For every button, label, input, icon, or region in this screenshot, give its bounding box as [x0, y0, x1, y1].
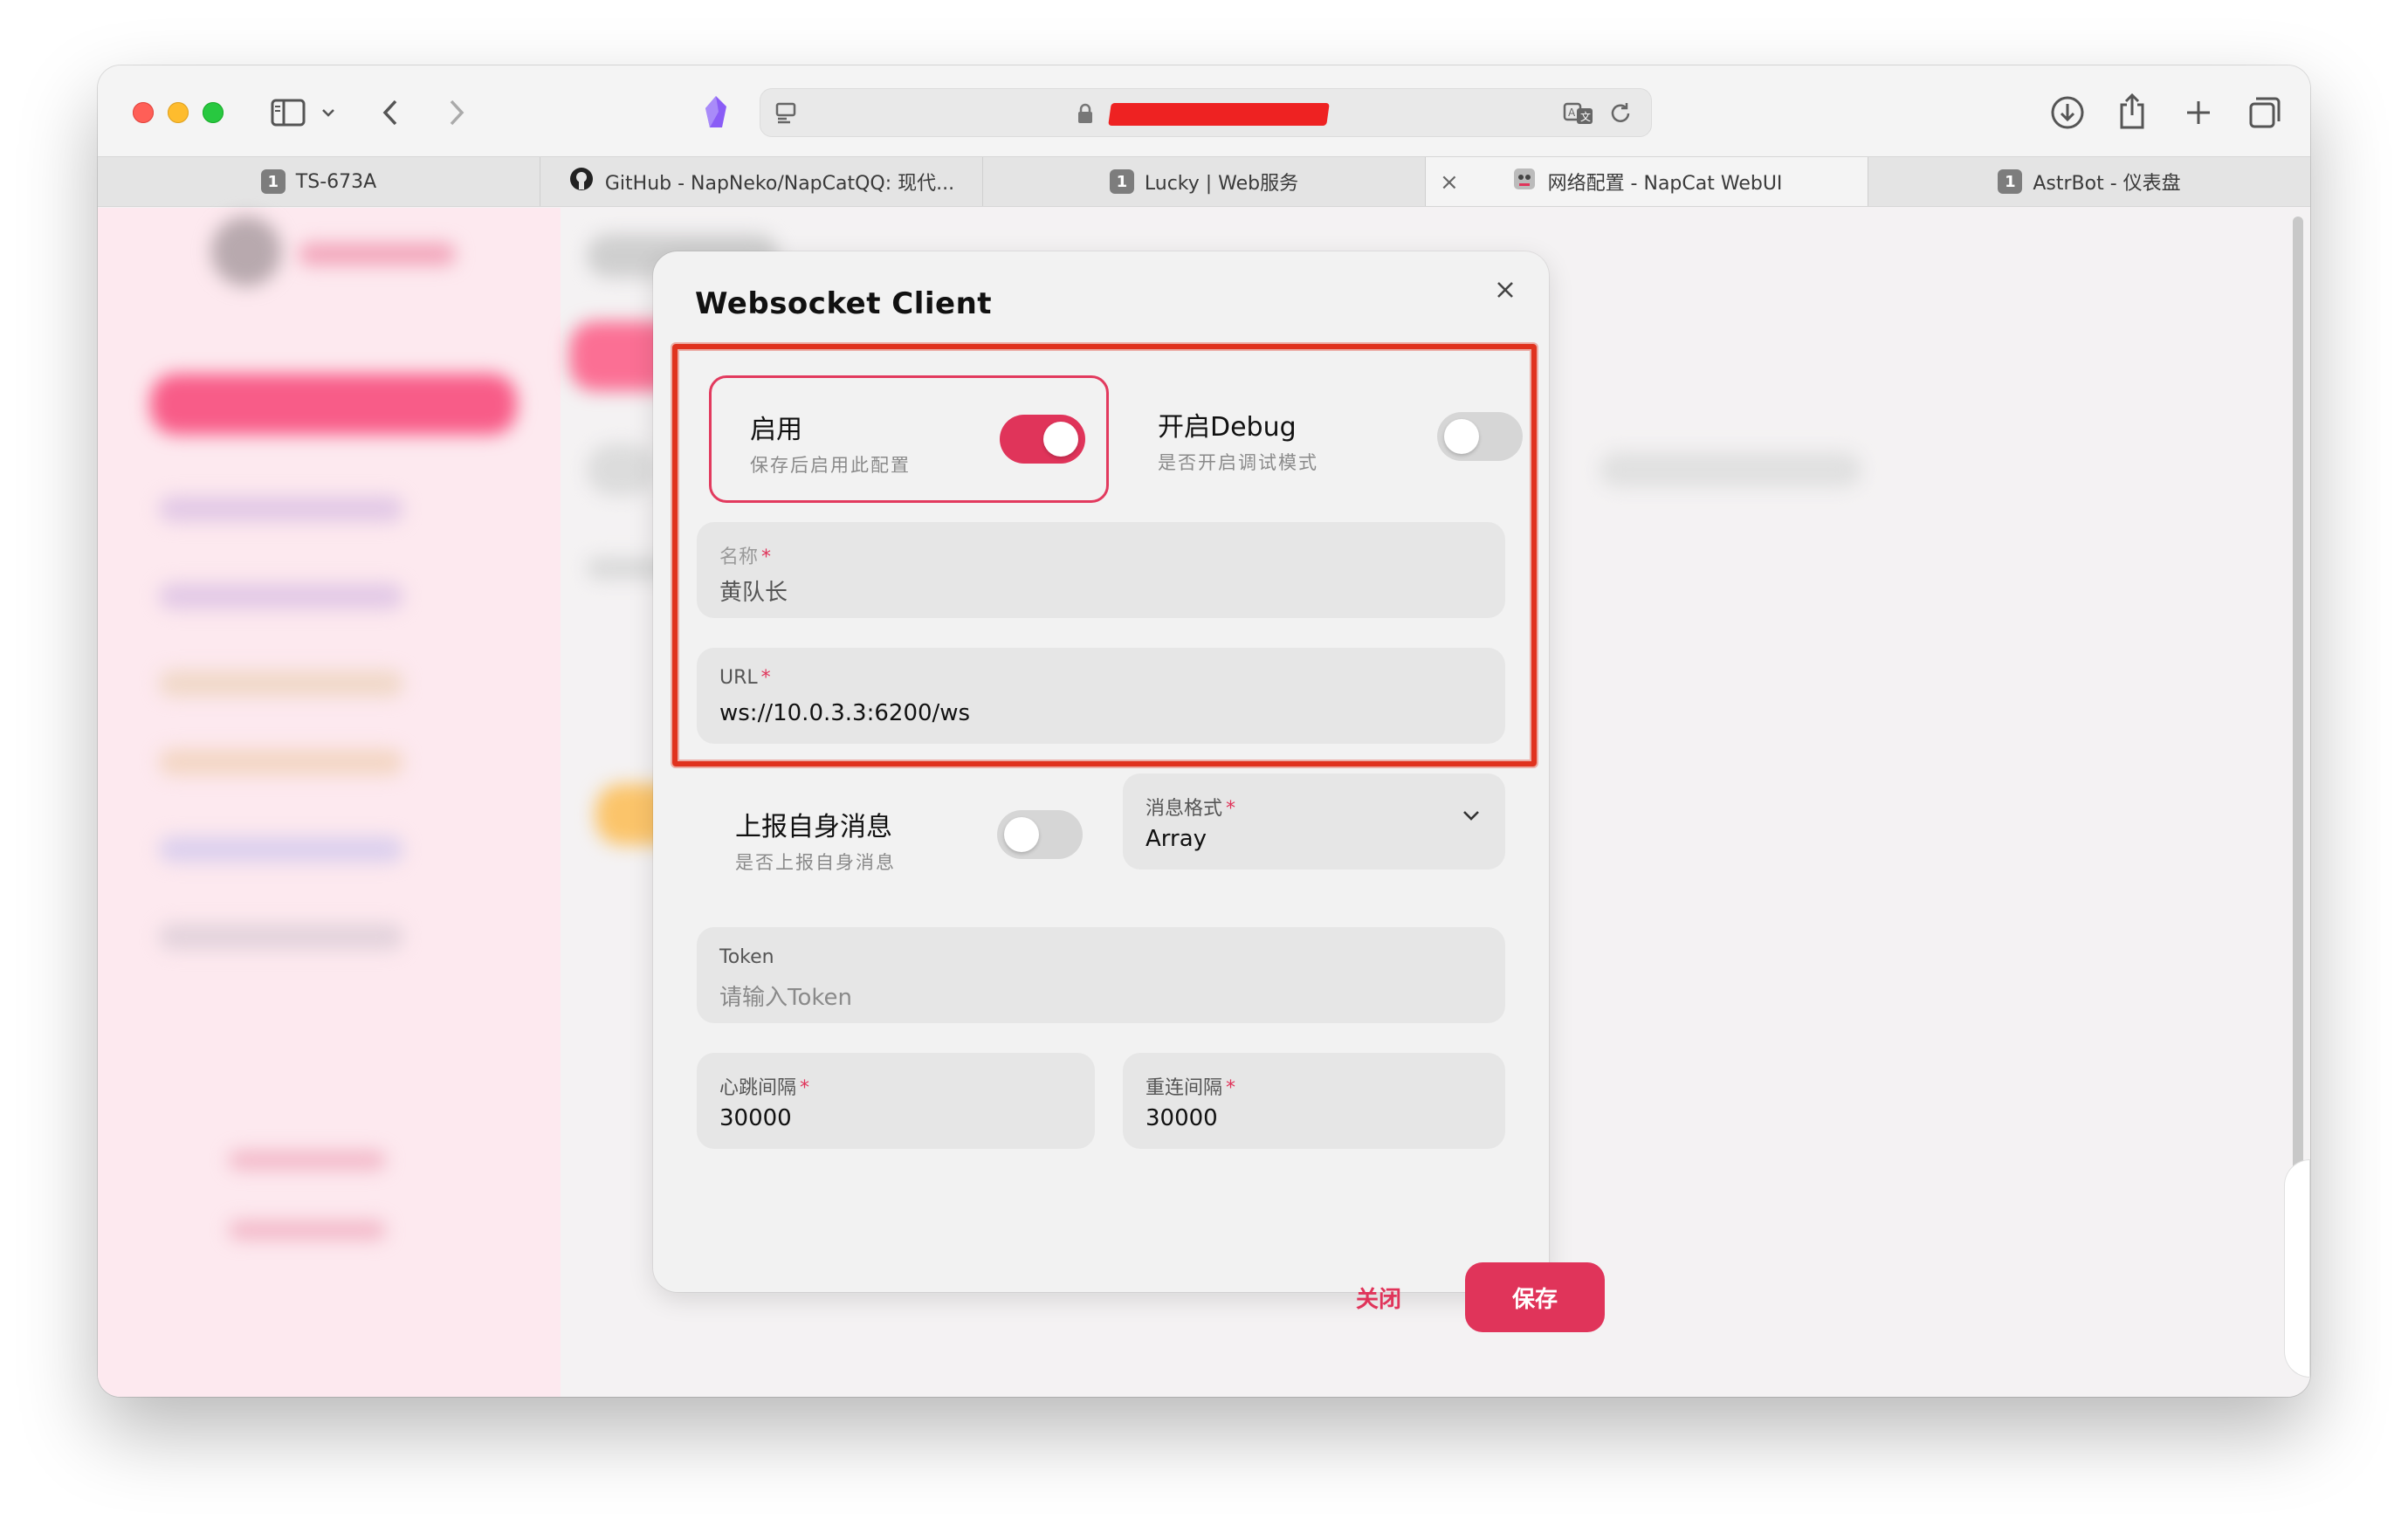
tab-label: GitHub - NapNeko/NapCatQQ: 现代... — [604, 173, 955, 195]
heartbeat-value: 30000 — [719, 1105, 792, 1131]
window-close-button[interactable] — [133, 102, 154, 123]
chevron-down-icon — [1462, 808, 1481, 825]
message-format-select[interactable]: 消息格式 * Array — [1123, 773, 1505, 870]
save-button[interactable]: 保存 — [1465, 1262, 1605, 1332]
tab-bar: 1 TS-673A GitHub - NapNeko/NapCatQQ: 现代.… — [98, 156, 2310, 207]
close-tab-icon[interactable]: × — [1440, 169, 1459, 196]
heartbeat-interval-field[interactable]: 心跳间隔 * 30000 — [697, 1053, 1095, 1149]
websocket-client-dialog: Websocket Client 启用 保存后启用此配置 开启Debug 是否开… — [653, 251, 1549, 1292]
scroll-pill — [2284, 1159, 2310, 1378]
report-self-title: 上报自身消息 — [735, 812, 892, 842]
report-self-desc: 是否上报自身消息 — [735, 852, 896, 873]
reconnect-value: 30000 — [1146, 1105, 1218, 1131]
tab-label: 网络配置 - NapCat WebUI — [1547, 173, 1783, 195]
window-minimize-button[interactable] — [168, 102, 189, 123]
reconnect-label: 重连间隔 * — [1146, 1077, 1236, 1099]
page-scrollbar[interactable] — [2293, 217, 2303, 1203]
github-icon — [568, 166, 595, 197]
reload-icon[interactable] — [1606, 100, 1635, 127]
tab-github[interactable]: GitHub - NapNeko/NapCatQQ: 现代... — [540, 157, 983, 206]
dialog-title: Websocket Client — [695, 286, 993, 321]
tab-badge: 1 — [1109, 169, 1134, 194]
tab-astrbot[interactable]: 1 AstrBot - 仪表盘 — [1868, 157, 2310, 206]
tab-lucky[interactable]: 1 Lucky | Web服务 — [983, 157, 1426, 206]
svg-text:文: 文 — [1580, 110, 1591, 123]
tab-overview-icon[interactable] — [2246, 93, 2284, 132]
back-icon[interactable] — [377, 97, 403, 128]
close-button[interactable]: 关闭 — [1331, 1262, 1427, 1332]
blurred-sidebar — [98, 208, 561, 1397]
lock-icon — [1075, 101, 1096, 126]
message-format-value: Array — [1146, 826, 1207, 852]
token-label: Token — [719, 946, 774, 968]
redacted-url — [1108, 103, 1330, 126]
message-format-label: 消息格式 * — [1146, 798, 1236, 820]
downloads-icon[interactable] — [2048, 93, 2087, 132]
window-zoom-button[interactable] — [203, 102, 224, 123]
svg-text:A: A — [1568, 107, 1576, 119]
token-placeholder: 请输入Token — [719, 985, 852, 1011]
address-bar[interactable]: A文 — [760, 88, 1652, 137]
forward-icon[interactable] — [444, 97, 470, 128]
tab-label: Lucky | Web服务 — [1144, 173, 1299, 195]
chevron-down-icon[interactable] — [320, 104, 337, 121]
tab-napcat-webui[interactable]: × 网络配置 - NapCat WebUI — [1426, 157, 1868, 206]
token-field[interactable]: Token 请输入Token — [697, 927, 1505, 1023]
tab-badge: 1 — [260, 169, 286, 194]
tab-ts673a[interactable]: 1 TS-673A — [98, 157, 540, 206]
browser-toolbar: A文 — [98, 65, 2310, 156]
heartbeat-label: 心跳间隔 * — [719, 1077, 810, 1099]
reconnect-interval-field[interactable]: 重连间隔 * 30000 — [1123, 1053, 1505, 1149]
tab-badge: 1 — [1998, 169, 2023, 194]
report-self-switch[interactable] — [997, 810, 1083, 859]
sidebar-toggle-icon[interactable] — [269, 95, 307, 130]
tab-label: TS-673A — [295, 170, 377, 193]
obsidian-extension-icon[interactable] — [698, 92, 733, 132]
new-tab-icon[interactable] — [2181, 95, 2216, 130]
tab-label: AstrBot - 仪表盘 — [2033, 173, 2181, 195]
red-highlight-frame — [672, 344, 1537, 766]
napcat-favicon-icon — [1511, 166, 1538, 197]
report-self-card[interactable]: 上报自身消息 是否上报自身消息 — [697, 775, 1109, 897]
translate-icon[interactable]: A文 — [1562, 100, 1597, 127]
dialog-close-icon[interactable] — [1486, 271, 1524, 309]
share-icon[interactable] — [2115, 90, 2150, 132]
page-menu-icon[interactable] — [773, 100, 799, 126]
